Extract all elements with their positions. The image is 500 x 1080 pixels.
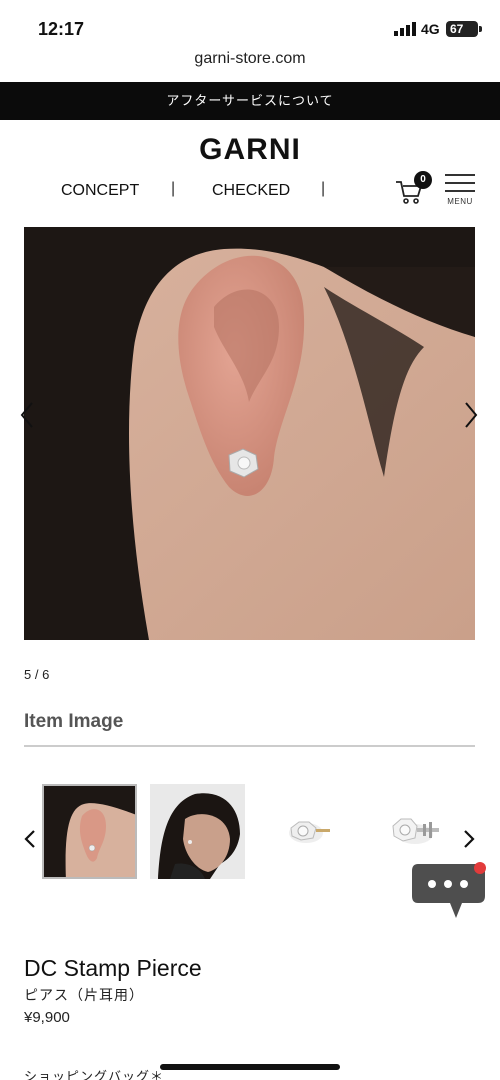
signal-icon <box>394 22 416 36</box>
product-price: ¥9,900 <box>24 1009 70 1026</box>
menu-icon-bar <box>445 190 475 192</box>
thumbnail-profile[interactable] <box>150 784 245 879</box>
battery-icon: 67 <box>446 21 482 37</box>
nav-separator: | <box>171 180 176 197</box>
status-time: 12:17 <box>38 19 85 39</box>
menu-icon <box>445 174 475 176</box>
nav-checked[interactable]: CHECKED <box>212 182 290 200</box>
site-logo[interactable]: GARNI <box>0 133 500 167</box>
status-bar: 12:17 4G 67 <box>0 0 500 48</box>
cart-count-badge: 0 <box>414 171 432 189</box>
thumbnail-ear-closeup[interactable] <box>42 784 137 879</box>
menu-icon-bar <box>445 182 475 184</box>
chevron-right-icon[interactable] <box>462 400 480 430</box>
chevron-right-icon[interactable] <box>462 828 476 850</box>
menu-button[interactable]: MENU <box>444 174 476 208</box>
section-divider <box>24 745 475 747</box>
product-main-image[interactable] <box>24 227 475 640</box>
url-bar[interactable]: garni-store.com <box>0 50 500 78</box>
home-indicator[interactable] <box>160 1064 340 1070</box>
nav-separator: | <box>321 180 326 197</box>
chevron-left-icon[interactable] <box>23 828 37 850</box>
thumbnail-earring-front[interactable] <box>261 784 356 879</box>
product-subtitle: ピアス（片耳用） <box>24 987 144 1003</box>
chevron-left-icon[interactable] <box>18 400 36 430</box>
shopping-bag-label: ショッピングバッグ＊ <box>24 1069 165 1080</box>
chat-icon[interactable] <box>412 860 488 922</box>
nav-concept[interactable]: CONCEPT <box>61 182 139 200</box>
image-counter: 5 / 6 <box>24 667 50 682</box>
network-type: 4G <box>421 21 440 37</box>
product-name: DC Stamp Pierce <box>24 955 202 981</box>
item-image-heading: Item Image <box>24 711 124 732</box>
announcement-bar[interactable]: アフターサービスについて <box>0 82 500 120</box>
menu-label: MENU <box>447 197 473 206</box>
